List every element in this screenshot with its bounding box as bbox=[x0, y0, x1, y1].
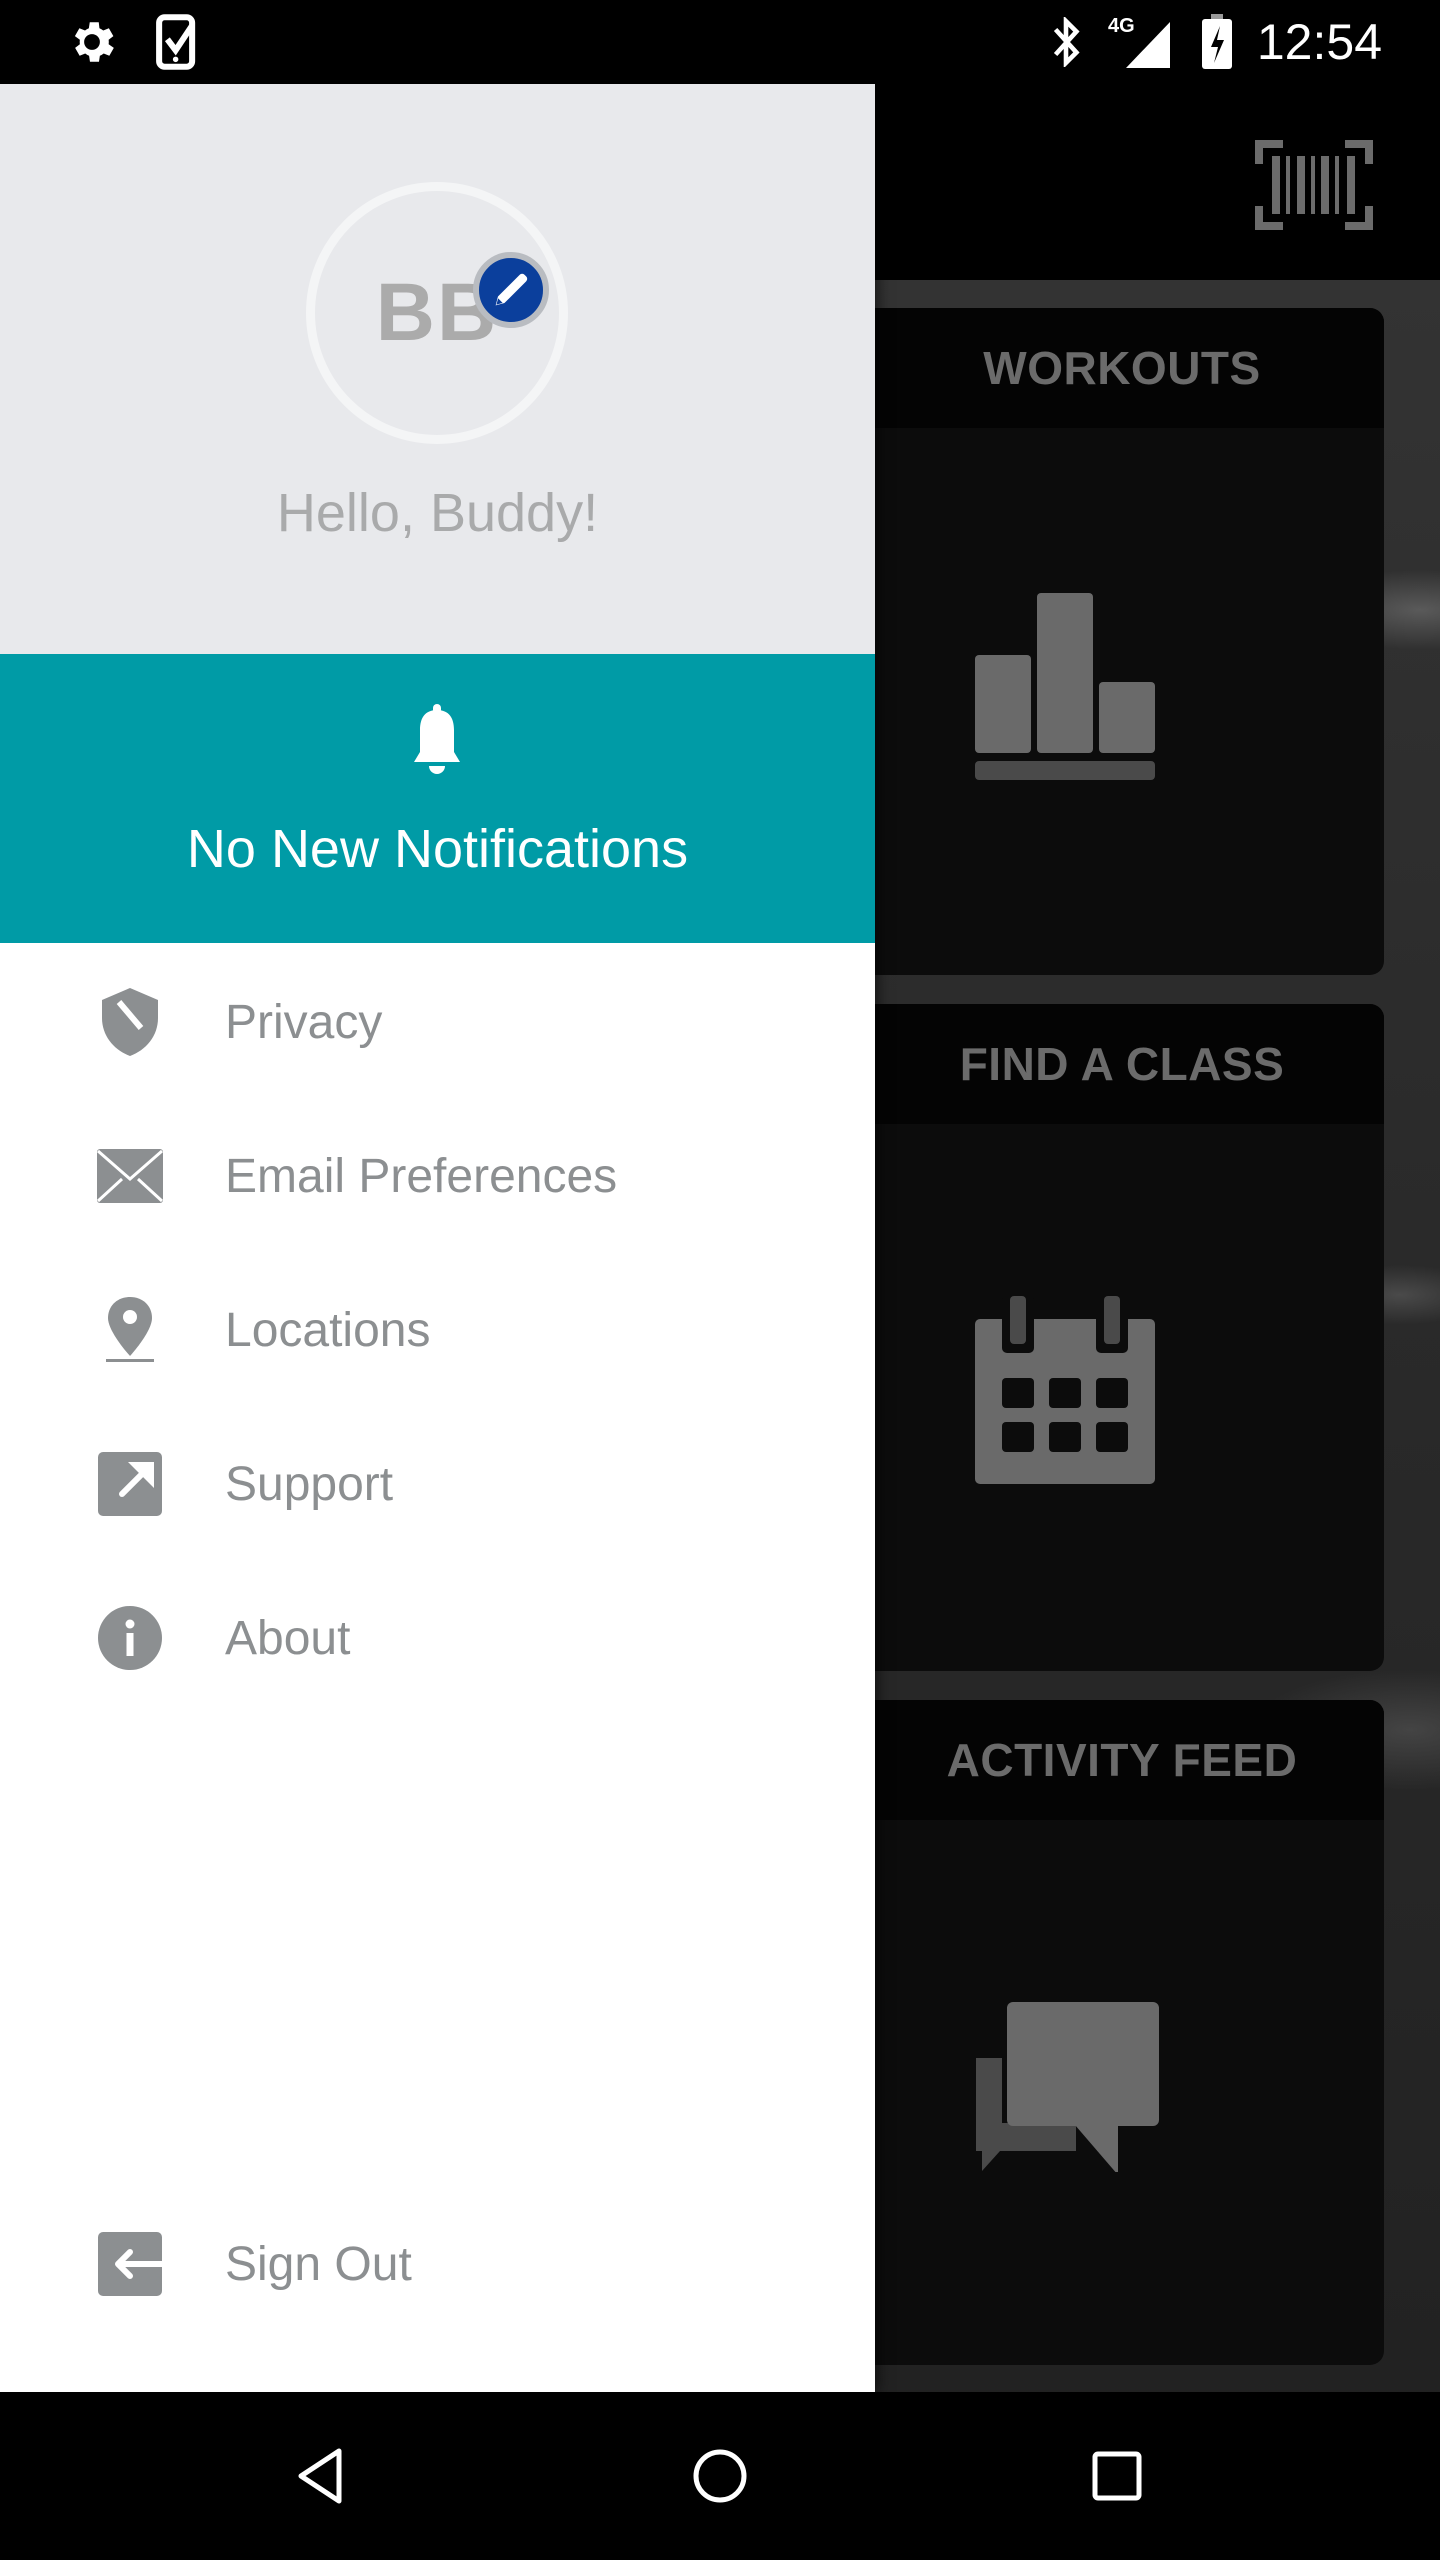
bell-icon bbox=[414, 704, 460, 774]
card-title: ACTIVITY FEED bbox=[946, 1734, 1298, 1786]
notifications-text: No New Notifications bbox=[186, 819, 689, 879]
recents-icon bbox=[1092, 2451, 1142, 2501]
barcode-scan-icon bbox=[1255, 140, 1373, 230]
menu-label: Locations bbox=[225, 1303, 431, 1357]
svg-text:4G: 4G bbox=[1108, 15, 1135, 37]
pencil-icon bbox=[495, 273, 528, 306]
menu-label: About bbox=[225, 1611, 351, 1665]
back-icon bbox=[298, 2448, 342, 2504]
menu-item-email-preferences[interactable]: Email Preferences bbox=[0, 1111, 875, 1241]
card-header: FIND A CLASS bbox=[820, 1004, 1384, 1124]
notifications-banner[interactable]: No New Notifications bbox=[0, 654, 875, 943]
home-button[interactable] bbox=[680, 2436, 760, 2516]
location-pin-icon bbox=[96, 1296, 164, 1364]
card-title: FIND A CLASS bbox=[959, 1038, 1285, 1090]
edit-profile-button[interactable] bbox=[473, 252, 549, 328]
menu-label: Email Preferences bbox=[225, 1149, 618, 1203]
shield-icon bbox=[96, 988, 164, 1056]
external-link-icon bbox=[96, 1450, 164, 1518]
status-bar: 4G 12:54 bbox=[0, 0, 1440, 84]
greeting-text: Hello, Buddy! bbox=[276, 483, 599, 543]
menu-label: Sign Out bbox=[225, 2237, 412, 2291]
battery-charging-icon bbox=[1200, 14, 1234, 70]
system-nav-bar bbox=[0, 2392, 1440, 2560]
menu-label: Support bbox=[225, 1457, 394, 1511]
home-icon bbox=[693, 2449, 747, 2503]
card-header: WORKOUTS bbox=[820, 308, 1384, 428]
back-button[interactable] bbox=[280, 2436, 360, 2516]
gear-icon bbox=[62, 14, 122, 70]
bar-chart-icon bbox=[975, 593, 1155, 780]
info-icon bbox=[96, 1604, 164, 1672]
signal-4g-icon: 4G bbox=[1106, 14, 1176, 70]
phone-check-icon bbox=[152, 14, 202, 70]
envelope-icon bbox=[96, 1142, 164, 1210]
menu-item-support[interactable]: Support bbox=[0, 1419, 875, 1549]
find-a-class-card[interactable]: FIND A CLASS bbox=[820, 1004, 1384, 1671]
calendar-icon bbox=[975, 1296, 1155, 1484]
recents-button[interactable] bbox=[1077, 2436, 1157, 2516]
profile-header: BB Hello, Buddy! bbox=[0, 84, 875, 654]
workouts-card[interactable]: WORKOUTS bbox=[820, 308, 1384, 975]
bluetooth-icon bbox=[1046, 14, 1086, 70]
card-title: WORKOUTS bbox=[983, 342, 1261, 394]
card-header: ACTIVITY FEED bbox=[820, 1700, 1384, 1820]
sign-out-button[interactable]: Sign Out bbox=[0, 2199, 875, 2329]
menu-item-about[interactable]: About bbox=[0, 1573, 875, 1703]
activity-feed-card[interactable]: ACTIVITY FEED bbox=[820, 1700, 1384, 2365]
chat-bubbles-icon bbox=[976, 2002, 1159, 2172]
navigation-drawer: BB Hello, Buddy! No New Notifications Pr… bbox=[0, 84, 875, 2392]
menu-item-locations[interactable]: Locations bbox=[0, 1265, 875, 1395]
barcode-scan-button[interactable] bbox=[1255, 140, 1373, 230]
menu-item-privacy[interactable]: Privacy bbox=[0, 957, 875, 1087]
sign-out-icon bbox=[96, 2230, 164, 2298]
menu-label: Privacy bbox=[225, 995, 383, 1049]
clock: 12:54 bbox=[1256, 14, 1382, 70]
